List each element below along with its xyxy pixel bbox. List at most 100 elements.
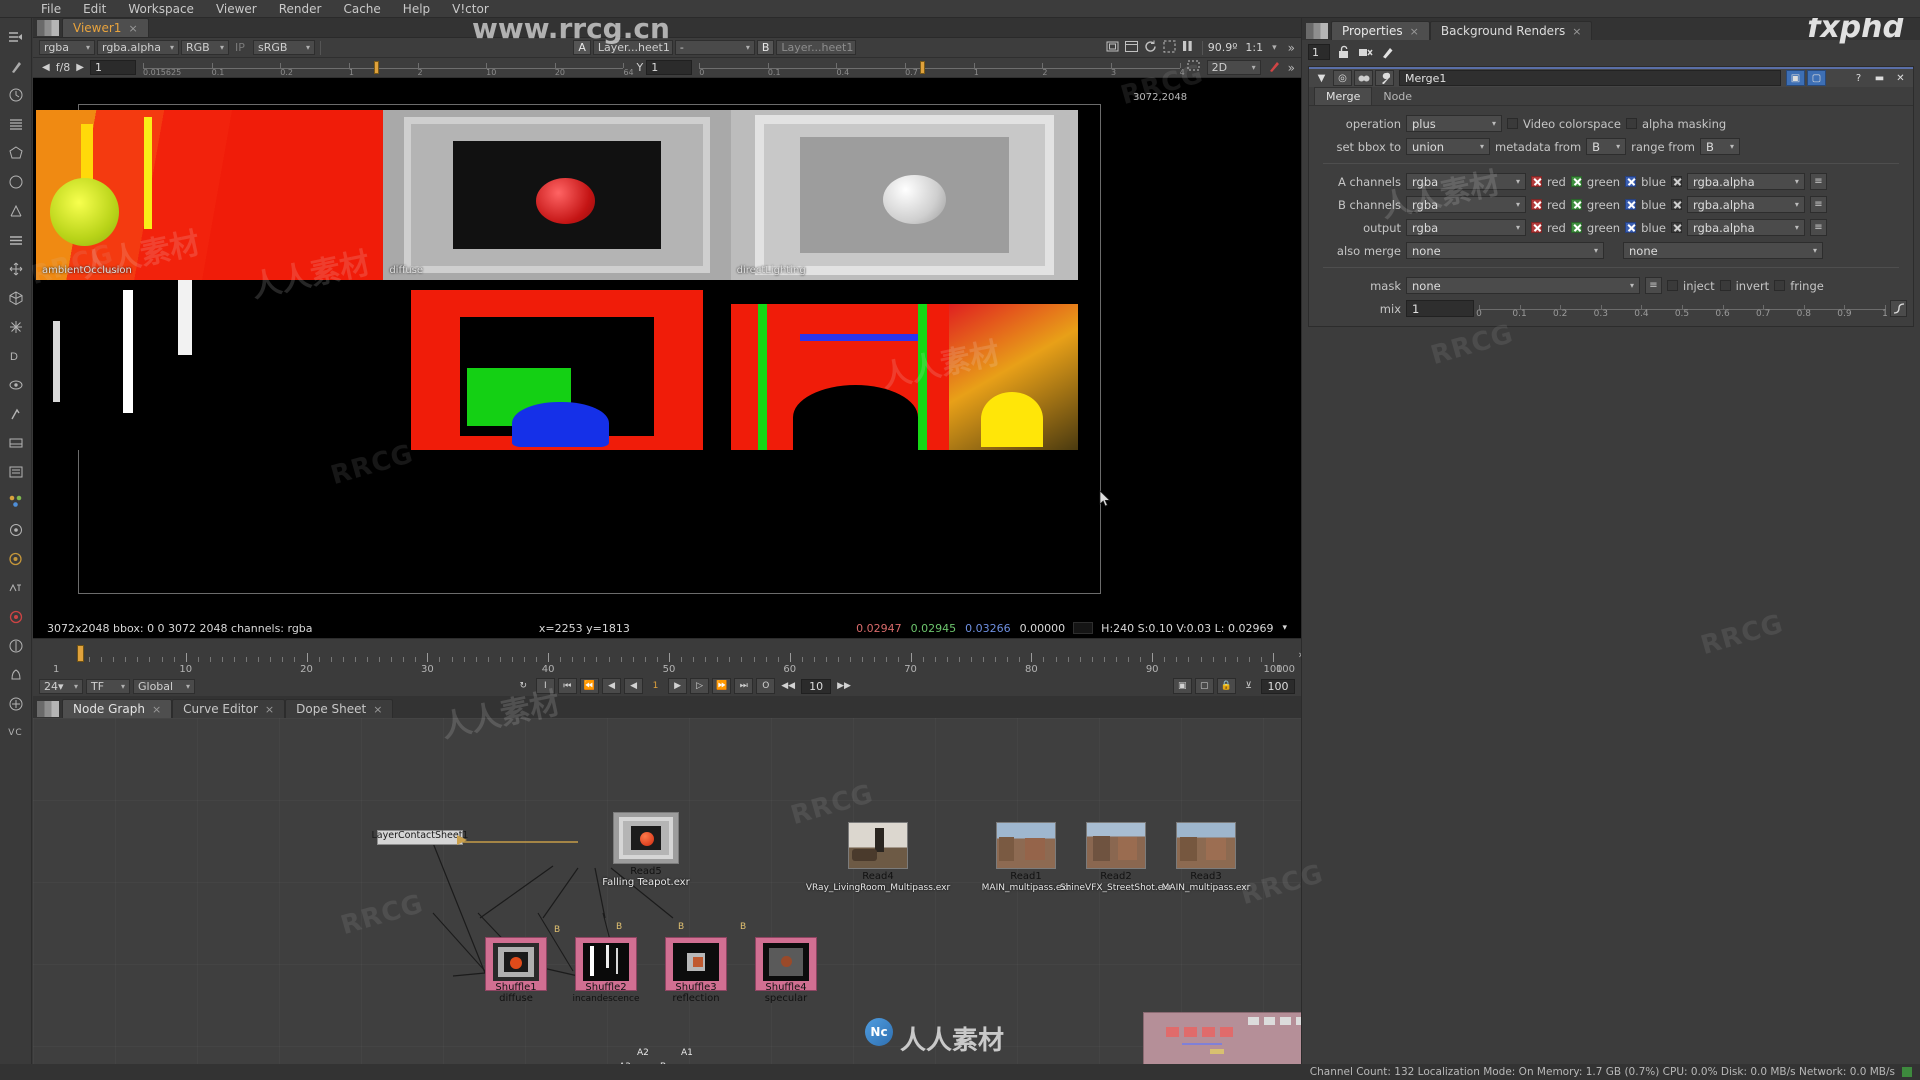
mask-dropdown[interactable]: none ▾ [1406,277,1640,294]
gain-slider[interactable]: 0.015625 0.1 0.2 1 2 10 20 64 [142,60,634,77]
fullscreen-icon[interactable]: ▢ [1807,70,1826,86]
loop-mode-button[interactable]: ↻ [514,678,533,694]
gamma-slider[interactable]: 0 0.1 0.4 0.7 1 2 3 4 [699,60,1185,77]
keyer-icon[interactable] [3,372,29,398]
lock-range-icon[interactable]: 🔒 [1216,678,1236,694]
metadata-from-dropdown[interactable]: B ▾ [1586,138,1627,155]
draw-icon[interactable] [3,140,29,166]
mask-icon[interactable]: ◎ [1333,70,1352,86]
minimize-icon[interactable]: ▬ [1870,70,1889,86]
close-icon[interactable]: × [373,703,382,716]
node-shuffle3[interactable]: Shuffle3 reflection [665,937,727,1004]
node-shuffle2[interactable]: Shuffle2 incandescence [573,937,640,1004]
out-alpha-checkbox[interactable] [1670,222,1682,233]
close-icon[interactable]: × [152,703,161,716]
fit-range-button[interactable]: ⊻ [1239,678,1258,694]
region-toggle-button[interactable]: ▢ [1194,678,1214,694]
3d-icon[interactable] [3,285,29,311]
display-mode-dropdown[interactable]: RGB ▾ [181,40,229,55]
b-alpha-dropdown[interactable]: rgba.alpha ▾ [1686,196,1805,213]
gain-increase-button[interactable]: ▶ [73,62,87,73]
channel-alpha-dropdown[interactable]: rgba.alpha ▾ [97,40,179,55]
operation-dropdown[interactable]: plus ▾ [1406,115,1502,132]
tab-properties[interactable]: Properties × [1331,21,1430,40]
unlock-icon[interactable] [1335,44,1352,61]
slider-handle[interactable] [920,60,926,74]
toolsets-icon[interactable] [3,488,29,514]
edit-icon[interactable] [1379,44,1396,61]
float-icon[interactable]: ▣ [1786,70,1805,86]
properties-count-field[interactable]: 1 [1308,44,1330,60]
particles-icon[interactable] [3,314,29,340]
loop-button[interactable]: O [756,678,776,694]
mix-slider[interactable]: 0 0.1 0.2 0.3 0.4 0.5 0.6 0.7 0.8 0.9 1 [1476,300,1888,319]
close-icon[interactable]: × [1410,25,1419,38]
pause-icon[interactable] [1182,40,1193,55]
b-red-checkbox[interactable] [1531,199,1542,210]
transform-icon[interactable] [3,24,29,50]
menu-item-viewer[interactable]: Viewer [205,0,268,18]
contact-sheet-cell-4[interactable] [36,280,384,450]
inject-checkbox[interactable] [1667,280,1678,291]
tab-curve-editor[interactable]: Curve Editor × [172,699,286,718]
wrench-icon[interactable] [1375,70,1394,86]
tab-node-graph[interactable]: Node Graph × [62,699,173,718]
b-channels-dropdown[interactable]: rgba ▾ [1406,196,1526,213]
clear-all-icon[interactable] [1357,44,1374,61]
range-end-field[interactable]: 100 [1261,678,1295,694]
prev-frame-button[interactable]: ◀ [602,678,622,694]
tab-dope-sheet[interactable]: Dope Sheet × [285,699,394,718]
video-colorspace-checkbox[interactable] [1507,118,1518,129]
mix-value-field[interactable]: 1 [1406,300,1474,317]
prev-key-button[interactable]: ⏪ [579,678,600,694]
a-blue-checkbox[interactable] [1625,176,1637,187]
colorspace-dropdown[interactable]: sRGB ▾ [253,40,315,55]
merge-icon[interactable] [3,227,29,253]
contact-sheet-cell-diffuse[interactable]: diffuse [383,110,731,280]
skip-forward-button[interactable]: ▶▶ [834,678,854,694]
deep-icon[interactable]: D [3,343,29,369]
modo-icon[interactable] [3,633,29,659]
collapse-arrow-icon[interactable]: ▼ [1312,70,1331,86]
node-graph-canvas[interactable]: LayerContactSheet1 Read5 Falling Teapot.… [33,718,1301,1080]
other-icon[interactable] [3,517,29,543]
also-merge-dropdown-2[interactable]: none ▾ [1623,242,1823,259]
color-picker-icon[interactable] [1268,60,1281,76]
a-red-checkbox[interactable] [1531,176,1542,187]
node-read1[interactable]: Read1 MAIN_multipass.exr [982,822,1070,893]
a-channels-menu-button[interactable]: ≡ [1809,173,1827,190]
node-name-field[interactable]: Merge1 [1399,70,1781,86]
menu-item-cache[interactable]: Cache [332,0,391,18]
help-icon[interactable]: ? [1849,70,1868,86]
invert-checkbox[interactable] [1719,280,1731,291]
animation-curve-button[interactable] [1890,300,1907,317]
alpha-masking-checkbox[interactable] [1625,118,1637,129]
panel-grip-handle[interactable] [37,701,59,717]
play-forward-button[interactable]: ▶ [668,678,688,694]
color-icon[interactable] [3,169,29,195]
nukex-icon[interactable] [3,546,29,572]
key-toggle-button[interactable]: ▣ [1172,678,1192,694]
input-b-dropdown[interactable]: Layer...heet1 [776,40,857,55]
cara-icon[interactable] [3,575,29,601]
contact-sheet-cell-5[interactable] [383,280,731,450]
menu-item-file[interactable]: File [30,0,72,18]
fps-dropdown[interactable]: 24▾ ▾ [39,678,83,694]
transform2-icon[interactable] [3,256,29,282]
expand-toolbar-icon[interactable]: » [1279,41,1295,55]
input-a-dropdown[interactable]: Layer...heet1 [592,40,673,55]
b-alpha-checkbox[interactable] [1670,199,1682,210]
menu-item-render[interactable]: Render [268,0,333,18]
a-alpha-dropdown[interactable]: rgba.alpha ▾ [1686,173,1805,190]
tab-background-renders[interactable]: Background Renders × [1429,21,1593,40]
dimension-mode-dropdown[interactable]: 2D ▾ [1206,60,1261,75]
node-layercontactsheet1[interactable]: LayerContactSheet1 [372,830,468,845]
node-shuffle4[interactable]: Shuffle4 specular [755,937,817,1004]
panel-grip-handle[interactable] [1306,23,1328,39]
next-key-button[interactable]: ⏩ [712,678,732,694]
skip-backward-button[interactable]: ◀◀ [778,678,798,694]
play-backward-button[interactable]: ◀ [624,678,644,694]
channel-select-dropdown[interactable]: rgba ▾ [39,40,95,55]
fringe-checkbox[interactable] [1774,280,1786,291]
chevron-down-icon[interactable]: ▾ [1265,43,1277,53]
